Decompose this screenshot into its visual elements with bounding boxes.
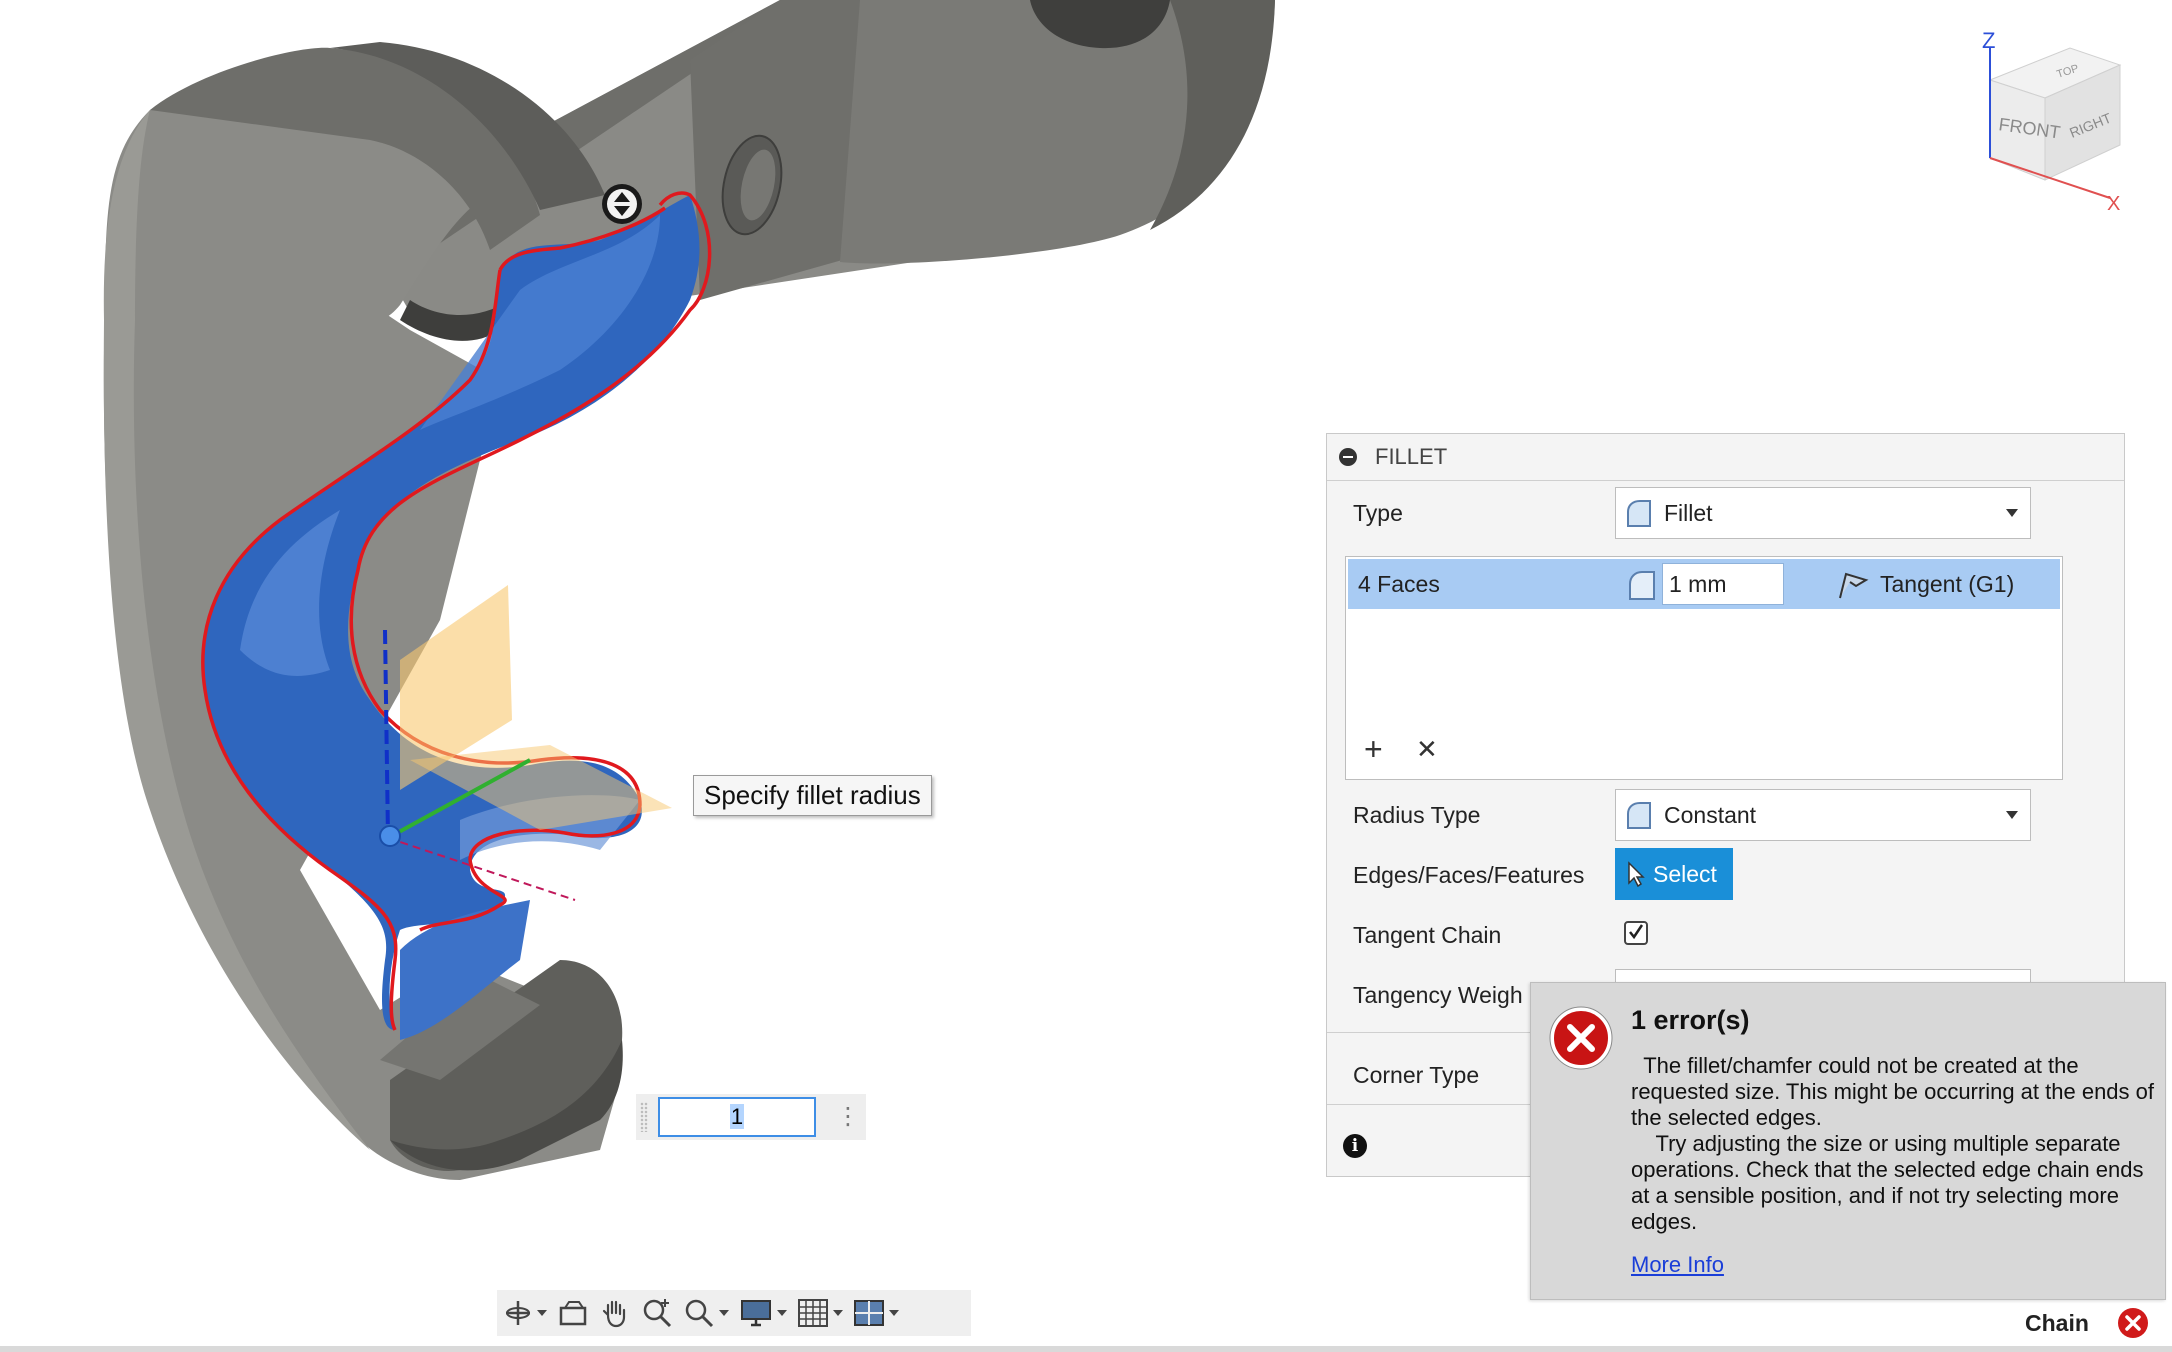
- constant-radius-icon: [1627, 802, 1651, 829]
- error-title: 1 error(s): [1631, 1005, 1750, 1035]
- grid-settings-button[interactable]: [797, 1298, 843, 1328]
- checkmark-icon: [1629, 924, 1644, 940]
- corner-type-label: Corner Type: [1353, 1062, 1480, 1088]
- zoom-window-button[interactable]: [641, 1297, 673, 1329]
- radius-field[interactable]: 1 mm: [1662, 563, 1784, 605]
- more-info-link[interactable]: More Info: [1631, 1252, 1724, 1278]
- viewports-icon: [854, 1300, 884, 1326]
- cursor-arrow-icon: [1628, 861, 1645, 887]
- radius-type-dropdown[interactable]: Constant: [1615, 789, 2031, 841]
- view-cube[interactable]: Z X FRONT RIGHT TOP: [1960, 30, 2135, 210]
- radius-value-field[interactable]: 1: [658, 1097, 816, 1137]
- info-icon[interactable]: i: [1343, 1134, 1367, 1158]
- look-at-icon: [559, 1301, 587, 1326]
- grid-icon: [798, 1299, 828, 1327]
- radius-type-label: Radius Type: [1353, 802, 1481, 828]
- zoom-icon: [685, 1299, 714, 1328]
- remove-selection-set-button[interactable]: ✕: [1416, 735, 1438, 763]
- zoom-window-icon: [643, 1299, 672, 1328]
- radius-type-value: Constant: [1664, 801, 1757, 828]
- error-icon: [1549, 1006, 1613, 1070]
- zoom-button[interactable]: [683, 1297, 729, 1329]
- edges-faces-features-label: Edges/Faces/Features: [1353, 862, 1585, 888]
- navigation-toolbar: [497, 1290, 971, 1336]
- type-value: Fillet: [1664, 499, 1713, 526]
- radius-value-text: 1: [729, 1104, 745, 1129]
- faces-count: 4 Faces: [1358, 571, 1440, 597]
- selection-set-table: 4 Faces 1 mm Tangent (G1) + ✕: [1345, 556, 2063, 780]
- display-settings-button[interactable]: [739, 1298, 787, 1328]
- dialog-title: FILLET: [1375, 444, 1448, 469]
- select-button[interactable]: Select: [1615, 848, 1733, 900]
- axis-x-label: X: [2107, 193, 2120, 210]
- select-button-label: Select: [1653, 860, 1717, 887]
- tangent-continuity-icon: [1839, 572, 1869, 599]
- orbit-icon: [506, 1301, 530, 1325]
- tangency-weight-label: Tangency Weigh: [1353, 982, 1523, 1008]
- tangency-weight-field[interactable]: [1615, 969, 2031, 983]
- selection-set-row[interactable]: 4 Faces 1 mm Tangent (G1): [1348, 559, 2060, 609]
- tangent-chain-checkbox[interactable]: [1624, 921, 1648, 945]
- viewports-button[interactable]: [853, 1298, 899, 1328]
- fillet-type-icon: [1627, 500, 1651, 527]
- pan-icon: [602, 1300, 626, 1328]
- display-settings-icon: [741, 1300, 771, 1327]
- error-message: The fillet/chamfer could not be created …: [1631, 1053, 2154, 1234]
- look-at-button[interactable]: [557, 1298, 589, 1328]
- window-bottom-edge: [0, 1346, 2172, 1352]
- error-popup: 1 error(s) The fillet/chamfer could not …: [1530, 982, 2166, 1300]
- chevron-down-icon: [2006, 509, 2018, 517]
- chain-status-label: Chain: [2025, 1310, 2089, 1336]
- radius-manipulator-input[interactable]: 1 ⋮: [636, 1094, 866, 1140]
- more-options-icon[interactable]: ⋮: [836, 1102, 860, 1132]
- type-dropdown[interactable]: Fillet: [1615, 487, 2031, 539]
- continuity-value[interactable]: Tangent (G1): [1880, 571, 2014, 598]
- tangent-chain-label: Tangent Chain: [1353, 922, 1502, 948]
- type-label: Type: [1353, 500, 1403, 526]
- add-selection-set-button[interactable]: +: [1364, 733, 1383, 765]
- fillet-radius-tooltip: Specify fillet radius: [693, 775, 932, 816]
- pan-button[interactable]: [599, 1297, 631, 1329]
- close-icon[interactable]: [2117, 1307, 2149, 1339]
- orbit-button[interactable]: [503, 1298, 547, 1328]
- collapse-icon[interactable]: [1339, 448, 1357, 466]
- radius-icon: [1629, 571, 1655, 600]
- fillet-dialog-header[interactable]: FILLET: [1327, 434, 2124, 481]
- chevron-down-icon: [2006, 811, 2018, 819]
- drag-handle[interactable]: [640, 1102, 648, 1132]
- axis-z-label: Z: [1982, 30, 1995, 53]
